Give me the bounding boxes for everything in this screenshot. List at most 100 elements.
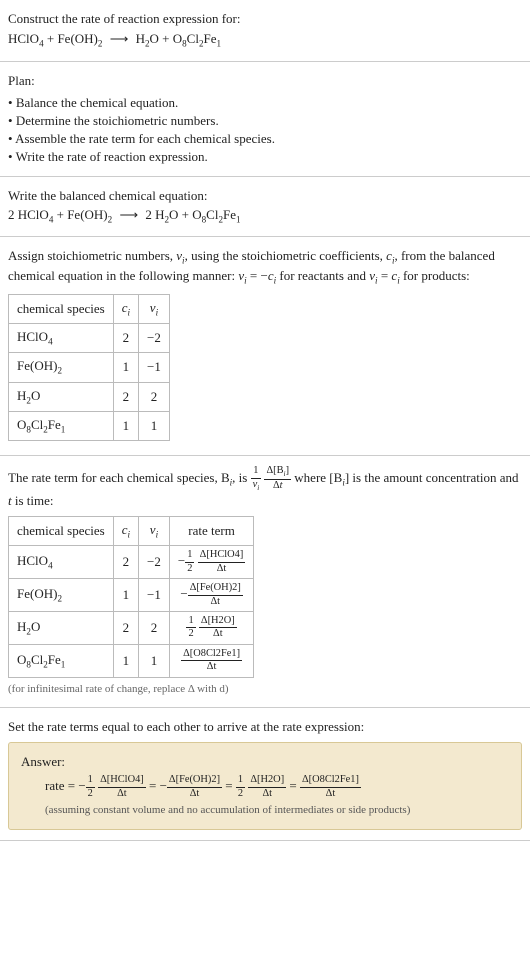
- sp: Fe: [48, 652, 61, 667]
- rt-text-1: The rate term for each chemical species,…: [8, 470, 230, 485]
- plan-item: Balance the chemical equation.: [8, 94, 522, 112]
- answer-note: (assuming constant volume and no accumul…: [21, 803, 509, 818]
- num: 1: [236, 775, 245, 787]
- num-a: Δ[B: [266, 465, 283, 476]
- species-cell: O8Cl2Fe1: [9, 411, 114, 440]
- frac-conc: Δ[H2O]Δt: [199, 616, 237, 640]
- den: Δt: [248, 788, 286, 799]
- answer-label: Answer:: [21, 753, 509, 771]
- plus-1: +: [44, 31, 58, 46]
- sp: H: [17, 388, 26, 403]
- balanced-title: Write the balanced chemical equation:: [8, 187, 522, 205]
- sp-sub: 4: [48, 561, 53, 571]
- sp: Cl: [31, 417, 43, 432]
- den-b: t: [280, 480, 283, 491]
- minus: −: [160, 778, 167, 793]
- plan-list: Balance the chemical equation. Determine…: [8, 94, 522, 167]
- balanced-section: Write the balanced chemical equation: 2 …: [0, 177, 530, 237]
- arrow-icon: ⟶: [106, 30, 133, 48]
- b-c1: 2 HClO: [8, 207, 49, 222]
- unbalanced-equation: HClO4 + Fe(OH)2 ⟶ H2O + O8Cl2Fe1: [8, 30, 522, 50]
- b-c3: 2 H: [145, 207, 164, 222]
- sp-sub: 2: [57, 366, 62, 376]
- rel2-text: for products:: [400, 268, 470, 283]
- sp: O: [31, 388, 40, 403]
- sp-sub: 1: [61, 424, 66, 434]
- sp: Fe(OH): [17, 358, 57, 373]
- product-2b: Fe: [204, 31, 217, 46]
- col-species: chemical species: [9, 517, 114, 546]
- arrow-icon: ⟶: [115, 206, 142, 224]
- ci-sub: i: [128, 307, 131, 317]
- plan-item: Write the rate of reaction expression.: [8, 148, 522, 166]
- rateterm-table: chemical species ci νi rate term HClO4 2…: [8, 516, 254, 678]
- num: 1: [186, 616, 195, 628]
- col-nui: νi: [139, 517, 170, 546]
- rateterm-note: (for infinitesimal rate of change, repla…: [8, 682, 522, 697]
- ci-cell: 2: [113, 382, 138, 411]
- ci-cell: 2: [113, 323, 138, 352]
- nui-cell: 2: [139, 382, 170, 411]
- col-rateterm: rate term: [169, 517, 253, 546]
- num: Δ[Fe(OH)2]: [167, 775, 222, 787]
- reactant-2: Fe(OH): [57, 31, 97, 46]
- b-c6: Fe: [223, 207, 236, 222]
- den: νi: [251, 479, 262, 492]
- num: Δ[H2O]: [248, 775, 286, 787]
- nui-cell: −2: [139, 546, 170, 579]
- species-cell: Fe(OH)2: [9, 579, 114, 612]
- sp: HClO: [17, 553, 48, 568]
- table-row: H2O 2 2 12 Δ[H2O]Δt: [9, 612, 254, 645]
- frac-conc: Δ[O8Cl2Fe1]Δt: [181, 649, 242, 673]
- stoich-section: Assign stoichiometric numbers, νi, using…: [0, 237, 530, 456]
- prompt-text: Construct the rate of reaction expressio…: [8, 10, 522, 28]
- species-cell: O8Cl2Fe1: [9, 644, 114, 677]
- stoich-intro: Assign stoichiometric numbers, νi, using…: [8, 247, 522, 288]
- species-cell: HClO4: [9, 546, 114, 579]
- num: Δ[Bi]: [264, 466, 291, 480]
- ci-cell: 1: [113, 644, 138, 677]
- frac-conc: Δ[Fe(OH)2]Δt: [188, 583, 243, 607]
- table-row: Fe(OH)21−1: [9, 353, 170, 382]
- sp: H: [17, 619, 26, 634]
- species-cell: Fe(OH)2: [9, 353, 114, 382]
- eq: =: [149, 778, 156, 793]
- rel-text: for reactants and: [276, 268, 369, 283]
- sign: −: [178, 553, 185, 568]
- table-row: O8Cl2Fe11 1: [9, 411, 170, 440]
- den-sub: i: [257, 484, 259, 492]
- frac-half: 12: [185, 550, 194, 574]
- frac-t2: Δ[Fe(OH)2]Δt: [167, 775, 222, 799]
- table-row: chemical species ci νi: [9, 294, 170, 323]
- num: Δ[O8Cl2Fe1]: [181, 649, 242, 661]
- nui-cell: −1: [139, 579, 170, 612]
- sp: O: [17, 417, 26, 432]
- num: 1: [185, 550, 194, 562]
- reactant-2-sub: 2: [98, 39, 103, 49]
- rt-text-3: where [B: [294, 470, 342, 485]
- prompt-section: Construct the rate of reaction expressio…: [0, 0, 530, 62]
- sp-sub: 1: [61, 659, 66, 669]
- sp: Cl: [31, 652, 43, 667]
- frac-dbi-dt: Δ[Bi]Δt: [264, 466, 291, 492]
- b-s2: 2: [108, 214, 113, 224]
- den: Δt: [264, 480, 291, 491]
- plan-item: Determine the stoichiometric numbers.: [8, 112, 522, 130]
- nui-cell: 2: [139, 612, 170, 645]
- rt-text-2: , is: [232, 470, 250, 485]
- col-ci: ci: [113, 517, 138, 546]
- den: Δt: [167, 788, 222, 799]
- rate-text: rate =: [45, 778, 78, 793]
- rateterm-cell: 12 Δ[H2O]Δt: [169, 612, 253, 645]
- reactant-1: HClO: [8, 31, 39, 46]
- ci-cell: 1: [113, 411, 138, 440]
- table-row: chemical species ci νi rate term: [9, 517, 254, 546]
- num: Δ[HClO4]: [198, 550, 246, 562]
- frac-half: 12: [186, 616, 195, 640]
- b-s6: 1: [236, 214, 241, 224]
- num-b: ]: [286, 465, 289, 476]
- ci-cell: 2: [113, 546, 138, 579]
- stoich-text-1: Assign stoichiometric numbers,: [8, 248, 176, 263]
- den: Δt: [181, 661, 242, 672]
- den: 2: [86, 788, 95, 799]
